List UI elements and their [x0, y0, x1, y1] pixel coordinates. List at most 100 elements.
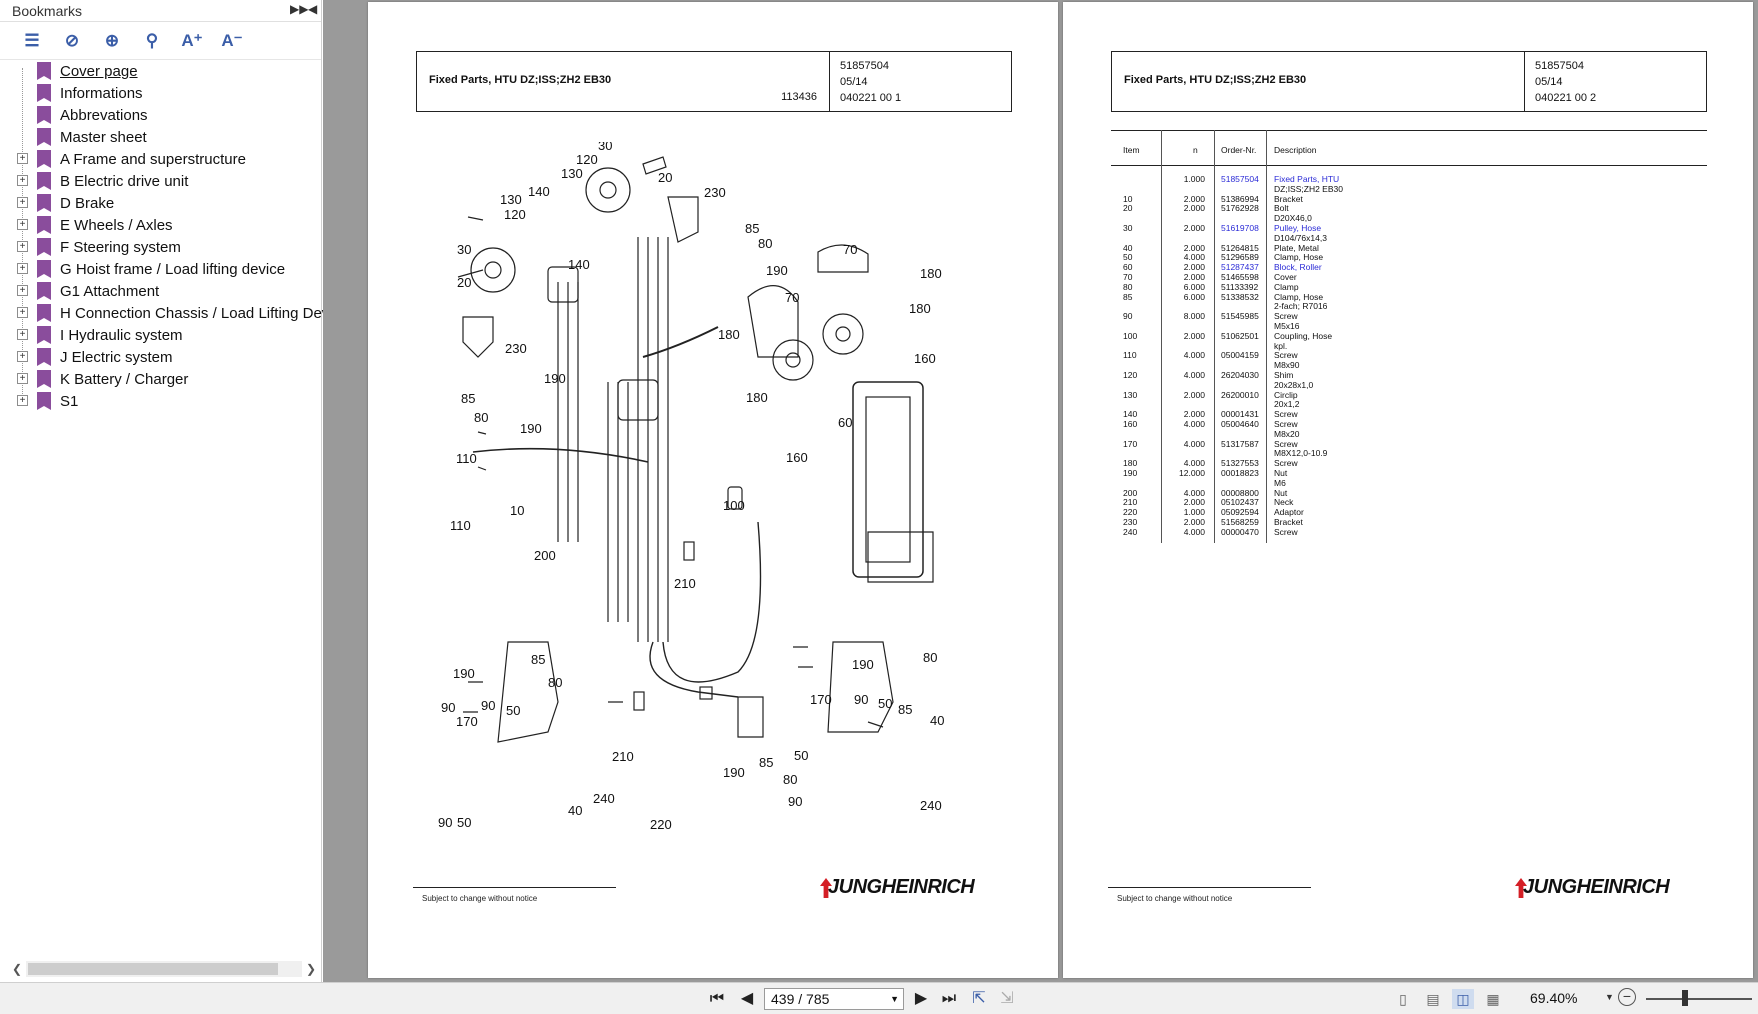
bookmark-label[interactable]: Cover page [60, 63, 138, 80]
bookmark-label[interactable]: G Hoist frame / Load lifting device [60, 261, 285, 278]
expand-icon[interactable]: + [17, 219, 28, 230]
options-icon[interactable]: ☰ [18, 27, 46, 55]
table-row: 130 2.000 26200010 Circlip [1111, 389, 1707, 401]
table-row[interactable]: 1.000 51857504 Fixed Parts, HTU [1111, 174, 1707, 185]
font-increase-icon[interactable]: A⁺ [178, 27, 206, 55]
expand-icon[interactable]: + [17, 175, 28, 186]
add-bookmark-icon[interactable]: ⊕ [98, 27, 126, 55]
bookmark-item[interactable]: Abbrevations [0, 104, 322, 126]
bookmark-label[interactable]: K Battery / Charger [60, 371, 188, 388]
bookmark-label[interactable]: E Wheels / Axles [60, 217, 173, 234]
bookmark-icon [37, 194, 51, 212]
title-meta: 51857504 05/14 040221 00 1 [840, 58, 901, 106]
two-page-continuous-icon[interactable]: ▦ [1482, 989, 1504, 1009]
bookmark-label[interactable]: I Hydraulic system [60, 327, 183, 344]
expand-icon[interactable]: + [17, 373, 28, 384]
expand-icon[interactable]: + [17, 285, 28, 296]
continuous-view-icon[interactable]: ▤ [1422, 989, 1444, 1009]
callout-label: 50 [506, 703, 520, 718]
zoom-slider-thumb[interactable] [1682, 990, 1688, 1006]
zoom-out-icon[interactable]: − [1618, 988, 1636, 1006]
bookmark-item[interactable]: + F Steering system [0, 236, 322, 258]
next-view-icon[interactable]: ⇲ [996, 989, 1018, 1009]
bookmark-icon [37, 62, 51, 80]
bookmark-label[interactable]: B Electric drive unit [60, 173, 188, 190]
expand-icon[interactable]: + [17, 329, 28, 340]
bookmark-label[interactable]: S1 [60, 393, 78, 410]
callout-label: 60 [838, 415, 852, 430]
bookmark-item[interactable]: Master sheet [0, 126, 322, 148]
cell-qty: 6.000 [1183, 291, 1205, 302]
bookmark-item[interactable]: Cover page [0, 60, 322, 82]
drawing-number: 113436 [781, 91, 817, 103]
chevron-down-icon[interactable]: ▼ [890, 989, 899, 1009]
scroll-thumb[interactable] [28, 963, 278, 975]
bookmark-item[interactable]: + G Hoist frame / Load lifting device [0, 258, 322, 280]
bookmark-icon [37, 348, 51, 366]
collapse-panel-icon[interactable]: ▶▶ [290, 2, 308, 16]
scroll-left-icon[interactable]: ❮ [8, 962, 26, 976]
bookmark-item[interactable]: + B Electric drive unit [0, 170, 322, 192]
close-panel-icon[interactable]: ◀ [308, 2, 317, 16]
cell-order[interactable]: 51857504 [1221, 174, 1259, 185]
bookmark-icon [37, 260, 51, 278]
bookmark-label[interactable]: D Brake [60, 195, 114, 212]
bookmark-label[interactable]: H Connection Chassis / Load Lifting Devi [60, 305, 333, 322]
bookmark-item[interactable]: + H Connection Chassis / Load Lifting Dev… [0, 302, 333, 324]
bookmark-item[interactable]: + E Wheels / Axles [0, 214, 322, 236]
page-number-field[interactable]: 439 / 785 ▼ [764, 988, 904, 1010]
bookmark-label[interactable]: Abbrevations [60, 107, 148, 124]
expand-icon[interactable]: + [17, 153, 28, 164]
bookmark-label[interactable]: G1 Attachment [60, 283, 159, 300]
previous-view-icon[interactable]: ⇱ [968, 989, 990, 1009]
expand-icon[interactable]: + [17, 197, 28, 208]
callout-label: 30 [598, 142, 612, 153]
bookmark-item[interactable]: + I Hydraulic system [0, 324, 322, 346]
expand-icon[interactable]: + [17, 351, 28, 362]
bookmark-label[interactable]: A Frame and superstructure [60, 151, 246, 168]
bookmark-label[interactable]: F Steering system [60, 239, 181, 256]
single-page-view-icon[interactable]: ▯ [1392, 989, 1414, 1009]
table-row: 90 8.000 51545985 Screw [1111, 311, 1707, 322]
bookmark-item[interactable]: + S1 [0, 390, 322, 412]
font-decrease-icon[interactable]: A⁻ [218, 27, 246, 55]
cell-qty: 2.000 [1183, 389, 1205, 400]
bookmark-label[interactable]: Informations [60, 85, 143, 102]
next-page-icon[interactable]: ▶ [910, 989, 932, 1009]
expand-icon[interactable]: + [17, 395, 28, 406]
expand-icon[interactable]: + [17, 263, 28, 274]
previous-page-icon[interactable]: ◀ [736, 989, 758, 1009]
last-page-icon[interactable]: ⏭ [938, 989, 960, 1009]
document-viewer[interactable]: Fixed Parts, HTU DZ;ISS;ZH2 EB30 113436 … [323, 0, 1758, 982]
first-page-icon[interactable]: ⏮ [706, 989, 728, 1009]
bookmark-item[interactable]: + K Battery / Charger [0, 368, 322, 390]
bookmark-item[interactable]: + A Frame and superstructure [0, 148, 322, 170]
bookmark-label[interactable]: Master sheet [60, 129, 147, 146]
callout-label: 180 [920, 266, 942, 281]
bookmark-item[interactable]: + J Electric system [0, 346, 322, 368]
expand-icon[interactable]: + [17, 307, 28, 318]
delete-bookmark-icon[interactable]: ⊘ [58, 27, 86, 55]
brand-logo: JUNGHEINRICH [828, 876, 975, 898]
diagram-linework [457, 156, 934, 743]
bookmark-label[interactable]: J Electric system [60, 349, 173, 366]
two-page-view-icon[interactable]: ◫ [1452, 989, 1474, 1009]
scroll-right-icon[interactable]: ❯ [302, 962, 320, 976]
find-bookmark-icon[interactable]: ⚲ [138, 27, 166, 55]
table-row[interactable]: 30 2.000 51619708 Pulley, Hose [1111, 223, 1707, 234]
page-title: Fixed Parts, HTU DZ;ISS;ZH2 EB30 [429, 74, 612, 86]
chevron-down-icon[interactable]: ▼ [1605, 992, 1614, 1002]
callout-label: 190 [852, 657, 874, 672]
expand-icon[interactable]: + [17, 241, 28, 252]
zoom-slider[interactable] [1646, 998, 1752, 1000]
bookmark-item[interactable]: + G1 Attachment [0, 280, 322, 302]
cell-item: 110 [1123, 350, 1137, 361]
callout-label: 80 [783, 772, 797, 787]
bookmark-item[interactable]: + D Brake [0, 192, 322, 214]
cell-order[interactable]: 51619708 [1221, 223, 1259, 234]
scroll-track[interactable] [26, 961, 302, 977]
horizontal-scrollbar[interactable]: ❮ ❯ [8, 960, 320, 978]
callout-label: 70 [785, 290, 799, 305]
bookmark-item[interactable]: Informations [0, 82, 322, 104]
zoom-level[interactable]: 69.40% [1530, 990, 1577, 1006]
